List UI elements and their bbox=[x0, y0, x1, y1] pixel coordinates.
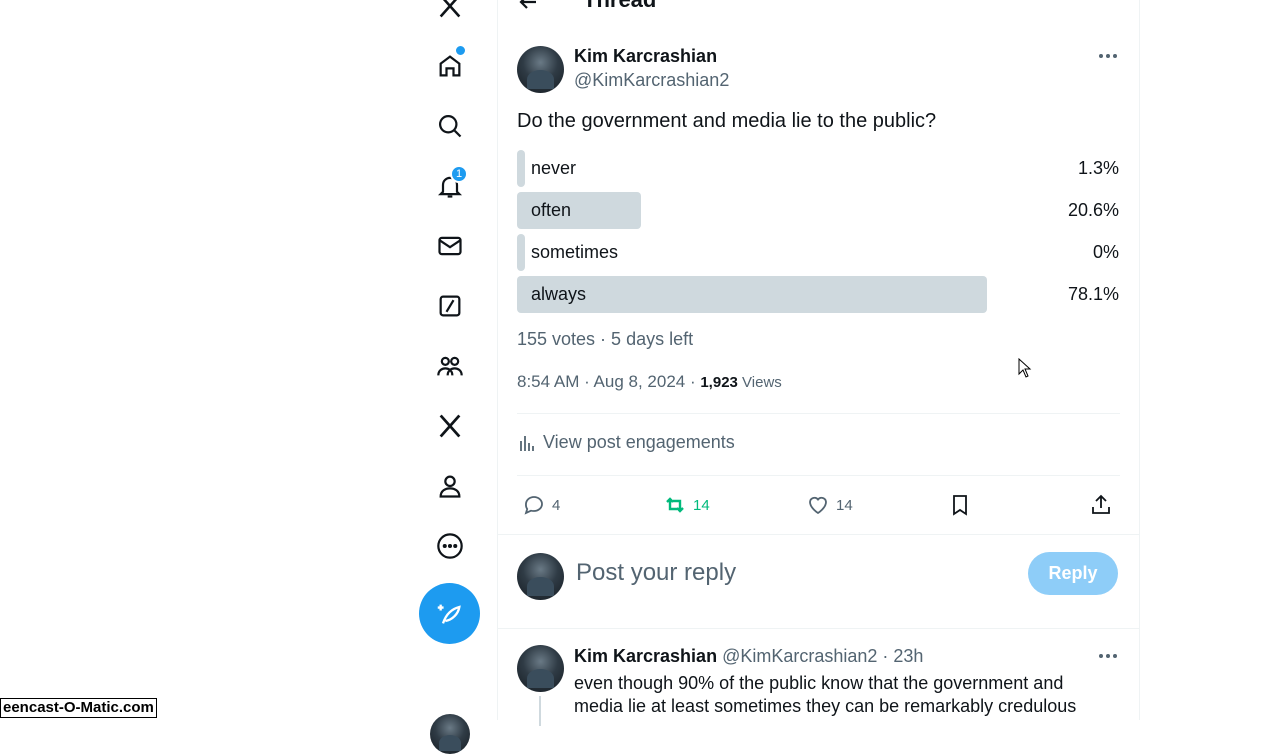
post-more-options-icon[interactable] bbox=[1096, 46, 1120, 66]
divider bbox=[498, 534, 1139, 535]
repost-action-button[interactable]: 14 bbox=[663, 490, 710, 520]
poll-option-label: often bbox=[531, 200, 572, 220]
reply-header: Kim Karcrashian @KimKarcrashian2 · 23h bbox=[574, 646, 923, 667]
poll-option-percent: 78.1% bbox=[1067, 284, 1119, 304]
divider bbox=[517, 413, 1120, 414]
x-logo-icon[interactable] bbox=[432, 0, 468, 24]
reply-author-avatar[interactable] bbox=[517, 645, 564, 692]
reply-author-name[interactable]: Kim Karcrashian bbox=[574, 646, 717, 666]
thread-connector-line bbox=[539, 696, 541, 726]
more-options-icon[interactable] bbox=[432, 528, 468, 564]
feather-plus-icon bbox=[437, 604, 461, 624]
heart-icon bbox=[809, 496, 827, 515]
account-switcher-avatar[interactable] bbox=[430, 714, 470, 754]
poll-option: sometimes 0% bbox=[517, 234, 1119, 271]
share-upload-icon bbox=[1092, 494, 1110, 514]
poll-option-bar bbox=[517, 234, 525, 271]
grok-icon[interactable] bbox=[432, 288, 468, 324]
view-engagements-link[interactable]: View post engagements bbox=[517, 432, 735, 453]
reply-text-line: even though 90% of the public know that … bbox=[574, 673, 1064, 693]
views-count: 1,923 bbox=[700, 374, 738, 391]
post-timestamp-line: 8:54 AM · Aug 8, 2024 · 1,923 Views bbox=[517, 372, 782, 392]
main-column-left-border bbox=[497, 0, 498, 720]
poll-option-bar bbox=[517, 276, 988, 313]
reply-input[interactable]: Post your reply bbox=[576, 559, 736, 587]
reply-text: even though 90% of the public know that … bbox=[574, 672, 1076, 718]
repost-count: 14 bbox=[693, 496, 710, 514]
reply-meta[interactable]: @KimKarcrashian2 · 23h bbox=[722, 646, 923, 666]
view-engagements-label: View post engagements bbox=[543, 432, 735, 452]
post-text: Do the government and media lie to the p… bbox=[517, 110, 937, 132]
divider bbox=[517, 475, 1120, 476]
reply-button[interactable]: Reply bbox=[1028, 552, 1118, 595]
notifications-badge: 1 bbox=[450, 165, 468, 183]
reply-text-line: media lie at least sometimes they can be… bbox=[574, 696, 1077, 716]
divider bbox=[498, 628, 1139, 629]
page-title: Thread bbox=[583, 0, 656, 13]
like-count: 14 bbox=[836, 496, 853, 514]
screencast-watermark: eencast-O-Matic.com bbox=[0, 698, 157, 718]
reply-count: 4 bbox=[552, 496, 561, 514]
post-timestamp[interactable]: 8:54 AM · Aug 8, 2024 · bbox=[517, 372, 700, 391]
premium-x-icon[interactable] bbox=[432, 408, 468, 444]
analytics-bars-icon bbox=[520, 435, 534, 451]
bookmark-action-button[interactable] bbox=[948, 490, 972, 520]
author-handle[interactable]: @KimKarcrashian2 bbox=[574, 70, 729, 91]
poll-option-label: always bbox=[531, 284, 587, 304]
bookmark-icon bbox=[953, 495, 967, 516]
poll-option: always 78.1% bbox=[517, 276, 1119, 313]
communities-icon[interactable] bbox=[432, 348, 468, 384]
poll-option-bar bbox=[517, 150, 525, 187]
poll-summary: 155 votes · 5 days left bbox=[517, 329, 694, 349]
poll-option-percent: 1.3% bbox=[1077, 158, 1119, 178]
poll-option-percent: 0% bbox=[1092, 242, 1119, 262]
poll-option: often 20.6% bbox=[517, 192, 1119, 229]
repost-arrows-icon bbox=[666, 497, 684, 513]
views-label: Views bbox=[737, 374, 782, 391]
reply-more-options-icon[interactable] bbox=[1096, 646, 1120, 666]
compose-post-button[interactable] bbox=[419, 583, 480, 644]
author-name[interactable]: Kim Karcrashian bbox=[574, 46, 717, 67]
messages-envelope-icon[interactable] bbox=[432, 228, 468, 264]
main-column-right-border bbox=[1139, 0, 1140, 720]
poll-option-percent: 20.6% bbox=[1067, 200, 1119, 220]
poll-option-label: never bbox=[531, 158, 577, 178]
poll-option: never 1.3% bbox=[517, 150, 1119, 187]
author-avatar[interactable] bbox=[517, 46, 564, 93]
mouse-cursor-icon bbox=[1018, 357, 1032, 378]
reply-bubble-icon bbox=[524, 496, 543, 515]
search-icon[interactable] bbox=[432, 108, 468, 144]
share-action-button[interactable] bbox=[1089, 490, 1113, 520]
reply-action-button[interactable]: 4 bbox=[522, 490, 560, 520]
back-arrow-icon[interactable] bbox=[516, 0, 540, 14]
like-action-button[interactable]: 14 bbox=[806, 490, 853, 520]
composer-avatar[interactable] bbox=[517, 553, 564, 600]
profile-icon[interactable] bbox=[432, 468, 468, 504]
home-unread-dot bbox=[455, 45, 466, 56]
poll-option-label: sometimes bbox=[531, 242, 619, 262]
